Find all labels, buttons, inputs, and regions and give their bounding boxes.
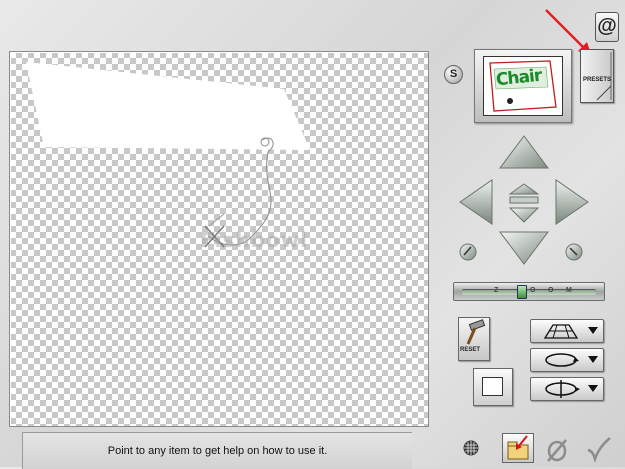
grid-icon[interactable]	[463, 440, 479, 456]
move-right-button[interactable]	[555, 179, 589, 225]
square-icon	[482, 377, 503, 396]
move-backward-button[interactable]	[508, 207, 540, 223]
watermark-text: Fishbowl	[200, 228, 309, 252]
zoom-label-letter: O	[548, 287, 554, 294]
presets-label: PRESETS	[583, 77, 612, 83]
zoom-slider[interactable]: Z O O M	[453, 282, 605, 301]
zoom-label-letter: Z	[494, 287, 499, 294]
chevron-down-icon	[588, 385, 598, 392]
status-bar: Point to any item to get help on how to …	[22, 432, 412, 469]
hammer-icon	[466, 319, 486, 345]
chevron-down-icon	[588, 327, 598, 334]
reset-button[interactable]: RESET	[458, 317, 490, 361]
reset-label: RESET	[460, 347, 481, 353]
direction-pad	[459, 135, 589, 265]
move-forward-button[interactable]	[508, 183, 540, 195]
preview-canvas[interactable]: Fishbowl	[9, 51, 429, 427]
presets-button[interactable]: PRESETS	[580, 49, 614, 103]
spin-icon	[545, 380, 580, 398]
spin-dropdown[interactable]	[530, 377, 604, 401]
cancel-icon[interactable]	[546, 438, 568, 462]
perspective-grid-icon	[543, 324, 579, 339]
zoom-thumb[interactable]	[517, 285, 528, 299]
zoom-label-letter: M	[566, 287, 572, 294]
preset-preview-thumbnail[interactable]: Chair	[474, 49, 572, 123]
s-button[interactable]: S	[444, 65, 463, 84]
move-down-button[interactable]	[499, 231, 549, 265]
folder-import-icon	[507, 435, 529, 460]
perspective-grid-dropdown[interactable]	[530, 319, 604, 343]
ok-checkmark-icon[interactable]	[584, 436, 612, 462]
zoom-track	[462, 289, 596, 295]
chevron-down-icon	[588, 356, 598, 363]
zoom-label-letter: O	[530, 287, 536, 294]
move-up-button[interactable]	[499, 135, 549, 169]
background-color-button[interactable]	[473, 368, 513, 406]
status-text: Point to any item to get help on how to …	[107, 445, 328, 457]
move-left-button[interactable]	[459, 179, 493, 225]
rotate-right-icon[interactable]	[565, 243, 583, 261]
thumbnail-image: Chair	[483, 56, 563, 116]
import-folder-button[interactable]	[502, 433, 534, 463]
rotate-left-icon[interactable]	[459, 243, 477, 261]
rotate-dropdown[interactable]	[530, 348, 604, 372]
rotate-icon	[545, 353, 579, 367]
page-curl-icon	[596, 52, 612, 101]
